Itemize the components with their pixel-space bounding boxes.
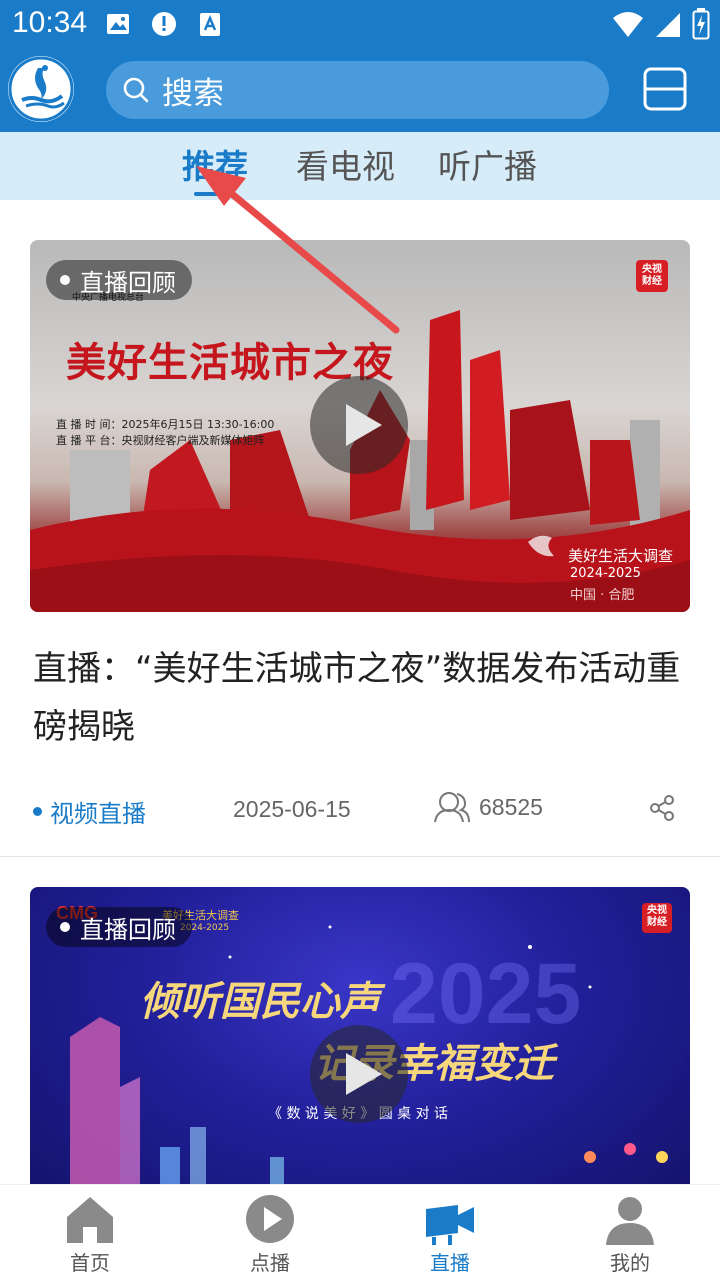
video-camera-icon [426,1205,474,1245]
play-button[interactable] [310,1025,408,1123]
notification-icons [104,10,224,38]
nav-profile-label: 我的 [610,1251,650,1275]
nav-on-demand[interactable]: 点播 [210,1193,330,1276]
event-location: 中国 · 合肥 [570,588,635,603]
category-text: 视频直播 [50,800,146,828]
play-icon [346,404,382,446]
nav-home-label: 首页 [70,1251,110,1275]
image-notification-icon [107,14,129,34]
wifi-icon [613,12,643,37]
nav-on-demand-label: 点播 [250,1251,290,1275]
broadcast-platform: 直 播 平 台：央视财经客户端及新媒体矩阵 [56,434,265,447]
nav-live-label: 直播 [430,1251,470,1275]
status-bar: 10:34 [0,0,720,50]
badge-label: 直播回顾 [80,268,176,297]
tab-listen-radio[interactable]: 听广播 [438,140,537,188]
list-item[interactable]: 中央广播电视总台 美好生活城市之夜 直 播 时 间：2025年6月15日 13:… [0,200,720,857]
alert-notification-icon [152,12,176,36]
list-item[interactable]: 2025 CMG 美好生活大调查 2024-2025 央视财经 倾听国民心声 记… [0,887,720,1184]
play-icon [346,1053,382,1095]
viewers-icon [434,792,470,823]
play-circle-icon [246,1195,294,1243]
replay-badge: 直播回顾 [46,907,192,947]
badge-dot [60,922,70,932]
category-label[interactable]: 视频直播 [33,794,146,829]
system-icons [612,8,710,40]
signal-icon [656,13,680,37]
play-button[interactable] [310,376,408,474]
app-header: 搜索 [0,50,720,132]
big-year: 2025 [390,946,582,1042]
broadcast-time: 直 播 时 间：2025年6月15日 13:30-16:00 [56,418,275,431]
replay-badge: 直播回顾 [46,260,192,300]
status-time: 10:34 [12,6,88,39]
slogan-line-1: 倾听国民心声 [140,978,380,1025]
divider [0,856,720,857]
app-logo[interactable] [8,56,74,122]
card-meta: 视频直播 2025-06-15 68525 [0,788,720,832]
battery-icon [692,8,710,40]
scan-icon[interactable] [642,66,688,112]
video-thumbnail[interactable]: 中央广播电视总台 美好生活城市之夜 直 播 时 间：2025年6月15日 13:… [30,240,690,612]
search-icon [123,77,149,103]
nav-home[interactable]: 首页 [30,1193,150,1276]
cctv-finance-logo: 央视财经 [642,264,662,287]
video-thumbnail[interactable]: 2025 CMG 美好生活大调查 2024-2025 央视财经 倾听国民心声 记… [30,887,690,1184]
badge-label: 直播回顾 [80,915,176,944]
publish-date: 2025-06-15 [233,796,351,822]
app-notification-icon [200,13,220,36]
active-tab-indicator [194,192,230,196]
user-icon [606,1197,654,1245]
nav-live[interactable]: 直播 [390,1193,510,1276]
home-icon [67,1197,113,1243]
view-count-value: 68525 [479,793,543,820]
survey-label: 美好生活大调查 [568,547,674,565]
live-feed: 中央广播电视总台 美好生活城市之夜 直 播 时 间：2025年6月15日 13:… [0,200,720,1184]
badge-dot [60,275,70,285]
bottom-navigation: 首页 点播 直播 我的 [0,1184,720,1280]
search-placeholder: 搜索 [162,75,224,112]
category-tabs: 推荐 看电视 听广播 [0,132,720,200]
category-dot [33,807,42,816]
tab-recommend[interactable]: 推荐 [182,140,248,188]
nav-profile[interactable]: 我的 [570,1193,690,1276]
share-icon[interactable] [648,794,676,822]
card-title[interactable]: 直播：“美好生活城市之夜”数据发布活动重磅揭晓 [33,640,693,756]
survey-years: 2024-2025 [570,566,641,581]
tab-watch-tv[interactable]: 看电视 [296,140,395,188]
cctv-finance-logo: 央视财经 [647,905,667,928]
search-input[interactable]: 搜索 [106,61,609,119]
logo-emblem-icon [8,56,74,122]
view-count: 68525 [433,790,543,824]
